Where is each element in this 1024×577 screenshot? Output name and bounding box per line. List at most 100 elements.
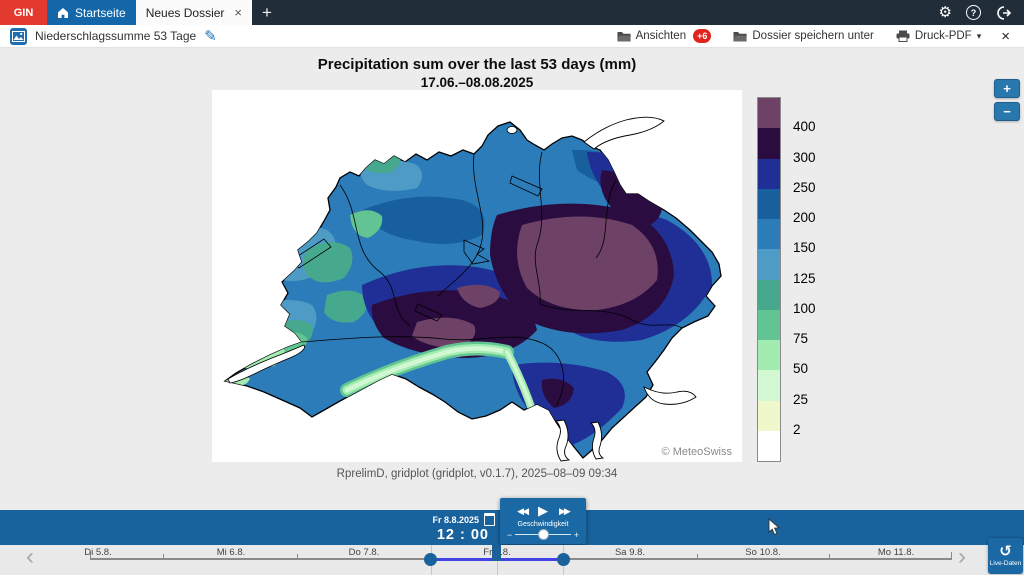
save-dossier-button[interactable]: Dossier speichern unter — [733, 30, 873, 42]
timeline-day-label[interactable]: So 10.8. — [745, 547, 780, 558]
timeline-day-label[interactable]: Do 7.8. — [349, 547, 380, 558]
image-layer-icon — [10, 28, 27, 45]
legend-segment — [758, 249, 780, 279]
views-button[interactable]: Ansichten +6 — [617, 29, 712, 43]
legend-label: 125 — [793, 271, 816, 287]
gin-logo: GIN — [0, 0, 47, 25]
current-datetime[interactable]: Fr 8.8.2025 12 : 00 — [405, 513, 495, 543]
folder-icon — [617, 31, 631, 42]
speed-slider-thumb[interactable] — [538, 529, 549, 540]
animation-playbar: Fr 8.8.2025 12 : 00 ◀◀ ▶ ▶▶ Geschwindigk… — [0, 510, 1024, 545]
legend-segment — [758, 219, 780, 249]
folder-icon — [733, 31, 747, 42]
map-zoom-controls: + − — [994, 79, 1020, 125]
legend-segment — [758, 98, 780, 128]
logout-icon[interactable] — [995, 5, 1012, 21]
legend-label: 100 — [793, 301, 816, 317]
date-timeline[interactable]: ‹ › Di 5.8.Mi 6.8.Do 7.8.Fr 8.8.Sa 9.8.S… — [0, 545, 1024, 575]
mouse-cursor — [768, 518, 781, 536]
views-label: Ansichten — [636, 30, 687, 42]
meteoswiss-attribution: © MeteoSwiss — [662, 446, 732, 458]
dossier-toolbar: Niederschlagssumme 53 Tage ✎ Ansichten +… — [0, 25, 1024, 48]
range-end-handle[interactable] — [557, 553, 570, 566]
legend-bar — [757, 97, 781, 462]
print-pdf-label: Druck-PDF — [915, 30, 972, 42]
calendar-icon[interactable] — [484, 513, 495, 526]
dossier-title: Niederschlagssumme 53 Tage — [35, 29, 196, 43]
topbar-icons: ⚙ ? — [939, 0, 1012, 25]
legend-label: 250 — [793, 180, 816, 196]
current-date: Fr 8.8.2025 — [432, 515, 479, 525]
range-start-handle[interactable] — [424, 553, 437, 566]
switzerland-map-svg — [212, 90, 742, 462]
legend-label: 2 — [793, 422, 801, 438]
new-tab-button[interactable]: + — [252, 0, 282, 25]
tab-close-icon[interactable]: × — [234, 5, 242, 20]
lake-constance — [584, 117, 664, 149]
legend-segment — [758, 128, 780, 158]
settings-gear-icon[interactable]: ⚙ — [939, 5, 952, 20]
playback-control-panel: ◀◀ ▶ ▶▶ Geschwindigkeit − + — [500, 498, 586, 544]
tab-startseite[interactable]: Startseite — [47, 0, 136, 25]
legend-segment — [758, 340, 780, 370]
timeline-day-label[interactable]: Mo 11.8. — [878, 547, 914, 558]
top-bar: GIN Startseite Neues Dossier × + ⚙ ? — [0, 0, 1024, 25]
save-dossier-label: Dossier speichern unter — [752, 30, 873, 42]
zoom-out-button[interactable]: − — [994, 102, 1020, 121]
rewind-button[interactable]: ◀◀ — [517, 506, 527, 517]
speed-plus[interactable]: + — [574, 529, 579, 541]
legend-segment — [758, 431, 780, 461]
timeline-tick — [697, 554, 698, 559]
close-dossier-icon[interactable]: × — [1001, 28, 1010, 45]
home-icon — [57, 7, 69, 19]
timeline-next-chevron[interactable]: › — [958, 543, 966, 571]
views-count-badge: +6 — [693, 29, 711, 43]
live-data-button[interactable]: ↺ Live-Daten — [988, 538, 1023, 574]
timeline-day-label[interactable]: Sa 9.8. — [615, 547, 645, 558]
topbar-spacer — [282, 0, 939, 25]
precipitation-map[interactable]: © MeteoSwiss — [212, 90, 742, 462]
speed-slider[interactable]: − + — [507, 529, 579, 541]
timeline-day-label[interactable]: Di 5.8. — [84, 547, 111, 558]
legend-label: 75 — [793, 331, 808, 347]
map-content-area: Precipitation sum over the last 53 days … — [0, 48, 1024, 510]
current-time-needle[interactable] — [492, 545, 501, 561]
tab-neues-dossier[interactable]: Neues Dossier × — [136, 0, 252, 25]
legend-segment — [758, 280, 780, 310]
chevron-down-icon: ▾ — [977, 31, 982, 42]
help-icon[interactable]: ? — [966, 5, 981, 20]
legend-segment — [758, 159, 780, 189]
enclave-outline — [507, 127, 517, 134]
zoom-in-button[interactable]: + — [994, 79, 1020, 98]
speed-label: Geschwindigkeit — [500, 521, 586, 528]
speed-minus[interactable]: − — [507, 529, 512, 541]
legend-label: 300 — [793, 150, 816, 166]
color-legend: 4003002502001501251007550252 — [757, 97, 781, 462]
map-title-block: Precipitation sum over the last 53 days … — [212, 56, 742, 90]
play-button[interactable]: ▶ — [538, 503, 548, 519]
map-title: Precipitation sum over the last 53 days … — [212, 56, 742, 73]
live-data-label: Live-Daten — [990, 560, 1021, 567]
tab-startseite-label: Startseite — [75, 6, 126, 20]
tab-neues-dossier-label: Neues Dossier — [146, 6, 225, 20]
timeline-tick — [829, 554, 830, 559]
legend-label: 400 — [793, 119, 816, 135]
legend-segment — [758, 310, 780, 340]
legend-segment — [758, 401, 780, 431]
print-pdf-button[interactable]: Druck-PDF ▾ — [896, 30, 981, 42]
map-caption: RprelimD, gridplot (gridplot, v0.1.7), 2… — [212, 468, 742, 480]
timeline-endtick — [951, 552, 952, 560]
map-subtitle: 17.06.–08.08.2025 — [212, 75, 742, 90]
timeline-prev-chevron[interactable]: ‹ — [26, 543, 34, 571]
legend-segment — [758, 189, 780, 219]
legend-label: 25 — [793, 392, 808, 408]
timeline-day-label[interactable]: Mi 6.8. — [217, 547, 246, 558]
legend-segment — [758, 370, 780, 400]
history-clock-icon: ↺ — [999, 545, 1012, 559]
legend-label: 150 — [793, 240, 816, 256]
printer-icon — [896, 30, 910, 42]
fast-forward-button[interactable]: ▶▶ — [559, 506, 569, 517]
legend-label: 200 — [793, 210, 816, 226]
timeline-tick — [297, 554, 298, 559]
edit-pencil-icon[interactable]: ✎ — [204, 29, 217, 44]
